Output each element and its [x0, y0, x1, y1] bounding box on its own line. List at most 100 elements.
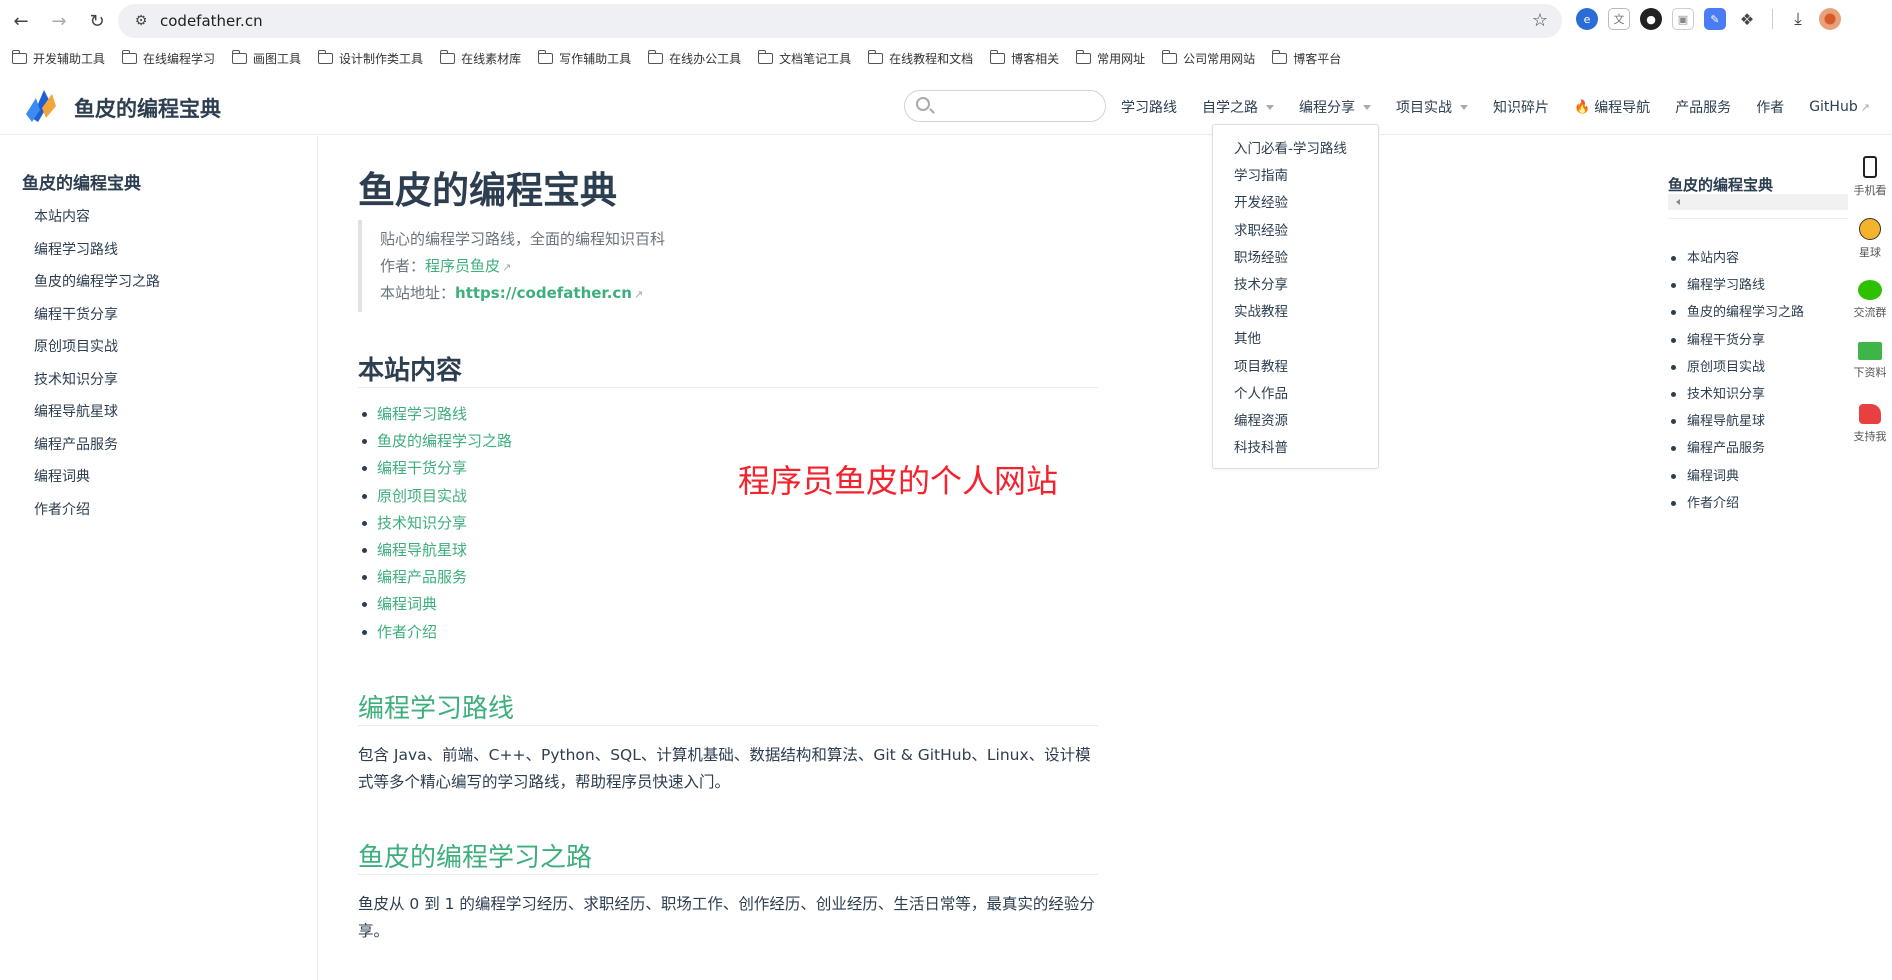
list-link[interactable]: 编程干货分享	[377, 459, 467, 477]
sidebar-item[interactable]: 编程导航星球	[34, 401, 118, 421]
dropdown-item[interactable]: 项目教程	[1213, 357, 1378, 384]
extension-icon[interactable]: ▣	[1672, 8, 1694, 30]
list-item[interactable]: 编程词典	[358, 594, 512, 621]
extensions-puzzle-icon[interactable]: ❖	[1736, 8, 1758, 30]
sidebar-item[interactable]: 编程干货分享	[34, 304, 118, 324]
nav-self-study[interactable]: 自学之路	[1202, 97, 1274, 117]
nav-github[interactable]: GitHub ↗	[1809, 97, 1870, 117]
dropdown-item[interactable]: 其他	[1213, 329, 1378, 356]
list-link[interactable]: 编程导航星球	[377, 541, 467, 559]
sidebar-item[interactable]: 本站内容	[34, 206, 90, 226]
dropdown-item[interactable]: 个人作品	[1213, 384, 1378, 411]
support-button[interactable]: 支持我	[1848, 404, 1892, 444]
url-text[interactable]: codefather.cn	[160, 12, 263, 30]
toc-title[interactable]: 鱼皮的编程宝典	[1668, 174, 1773, 195]
bookmark-folder[interactable]: 博客相关	[989, 49, 1059, 67]
list-item[interactable]: 作者介绍	[358, 622, 512, 649]
list-item[interactable]: 编程导航星球	[358, 540, 512, 567]
translate-extension-icon[interactable]: 文	[1608, 8, 1630, 30]
bookmark-folder[interactable]: 文档笔记工具	[757, 49, 851, 67]
nav-learning-path[interactable]: 学习路线	[1121, 97, 1177, 117]
dropdown-item[interactable]: 求职经验	[1213, 221, 1378, 248]
site-link[interactable]: https://codefather.cn	[455, 284, 632, 302]
author-link[interactable]: 程序员鱼皮	[425, 257, 500, 275]
download-materials-button[interactable]: 下资料	[1848, 342, 1892, 380]
dropdown-item[interactable]: 实战教程	[1213, 302, 1378, 329]
nav-navigation[interactable]: 🔥 编程导航	[1574, 97, 1650, 117]
search-input[interactable]	[939, 96, 1099, 118]
download-icon[interactable]: ⤓	[1787, 8, 1809, 30]
list-link[interactable]: 技术知识分享	[377, 514, 467, 532]
sidebar-item[interactable]: 原创项目实战	[34, 336, 118, 356]
search-box[interactable]	[904, 90, 1106, 122]
group-button[interactable]: 交流群	[1848, 280, 1892, 320]
planet-button[interactable]: 星球	[1848, 218, 1892, 260]
list-item[interactable]: 鱼皮的编程学习之路	[358, 431, 512, 458]
section-heading-link[interactable]: 编程学习路线	[358, 688, 514, 725]
dropdown-item[interactable]: 编程资源	[1213, 411, 1378, 438]
extension-icon[interactable]: e	[1576, 8, 1598, 30]
sidebar-item[interactable]: 编程词典	[34, 466, 90, 486]
list-item[interactable]: 编程干货分享	[358, 458, 512, 485]
toc-item[interactable]: 编程导航星球	[1668, 413, 1804, 440]
extension-icon[interactable]: ✎	[1704, 8, 1726, 30]
nav-programming-share[interactable]: 编程分享	[1299, 97, 1371, 117]
sidebar-item[interactable]: 作者介绍	[34, 499, 90, 519]
sidebar-item[interactable]: 鱼皮的编程学习之路	[34, 271, 160, 291]
dropdown-item[interactable]: 入门必看-学习路线	[1213, 139, 1378, 166]
sidebar-title[interactable]: 鱼皮的编程宝典	[22, 169, 141, 194]
list-link[interactable]: 编程词典	[377, 595, 437, 613]
bookmark-star-icon[interactable]: ☆	[1532, 10, 1548, 31]
list-item[interactable]: 原创项目实战	[358, 486, 512, 513]
dropdown-item[interactable]: 技术分享	[1213, 275, 1378, 302]
list-item[interactable]: 技术知识分享	[358, 513, 512, 540]
bookmark-folder[interactable]: 常用网址	[1075, 49, 1145, 67]
bookmark-folder[interactable]: 开发辅助工具	[11, 49, 105, 67]
dropdown-item[interactable]: 职场经验	[1213, 248, 1378, 275]
toc-item[interactable]: 作者介绍	[1668, 495, 1804, 522]
bookmark-folder[interactable]: 在线素材库	[439, 49, 521, 67]
sidebar-item[interactable]: 技术知识分享	[34, 369, 118, 389]
sidebar-item[interactable]: 编程产品服务	[34, 434, 118, 454]
bookmark-folder[interactable]: 在线办公工具	[647, 49, 741, 67]
toc-item[interactable]: 编程词典	[1668, 468, 1804, 495]
back-button[interactable]: ←	[4, 4, 38, 38]
bookmark-folder[interactable]: 公司常用网站	[1161, 49, 1255, 67]
toc-scrollbar[interactable]	[1668, 194, 1848, 210]
phone-view-button[interactable]: 手机看	[1848, 156, 1892, 198]
bookmark-folder[interactable]: 在线编程学习	[121, 49, 215, 67]
site-info-icon[interactable]: ⚙	[126, 13, 156, 29]
site-logo-icon[interactable]	[22, 88, 58, 124]
section-heading-link[interactable]: 鱼皮的编程学习之路	[358, 837, 592, 874]
reload-button[interactable]: ↻	[80, 4, 114, 38]
toc-item[interactable]: 本站内容	[1668, 250, 1804, 277]
list-link[interactable]: 编程学习路线	[377, 405, 467, 423]
list-link[interactable]: 作者介绍	[377, 623, 437, 641]
bookmark-folder[interactable]: 写作辅助工具	[537, 49, 631, 67]
nav-projects[interactable]: 项目实战	[1396, 97, 1468, 117]
dropdown-item[interactable]: 科技科普	[1213, 438, 1378, 465]
dropdown-item[interactable]: 开发经验	[1213, 193, 1378, 220]
list-link[interactable]: 鱼皮的编程学习之路	[377, 432, 512, 450]
extension-icon[interactable]: ●	[1640, 8, 1662, 30]
profile-avatar[interactable]	[1819, 8, 1841, 30]
address-bar[interactable]: ⚙ codefather.cn ☆	[118, 4, 1562, 38]
toc-item[interactable]: 编程产品服务	[1668, 440, 1804, 467]
list-item[interactable]: 编程学习路线	[358, 404, 512, 431]
toc-item[interactable]: 鱼皮的编程学习之路	[1668, 304, 1804, 331]
site-title[interactable]: 鱼皮的编程宝典	[74, 93, 221, 123]
bookmark-folder[interactable]: 在线教程和文档	[867, 49, 973, 67]
list-item[interactable]: 编程产品服务	[358, 567, 512, 594]
sidebar-item[interactable]: 编程学习路线	[34, 239, 118, 259]
nav-knowledge[interactable]: 知识碎片	[1493, 97, 1549, 117]
toc-item[interactable]: 编程干货分享	[1668, 332, 1804, 359]
toc-item[interactable]: 编程学习路线	[1668, 277, 1804, 304]
forward-button[interactable]: →	[42, 4, 76, 38]
list-link[interactable]: 原创项目实战	[377, 487, 467, 505]
bookmark-folder[interactable]: 设计制作类工具	[317, 49, 423, 67]
nav-products[interactable]: 产品服务	[1675, 97, 1731, 117]
bookmark-folder[interactable]: 博客平台	[1271, 49, 1341, 67]
toc-item[interactable]: 原创项目实战	[1668, 359, 1804, 386]
list-link[interactable]: 编程产品服务	[377, 568, 467, 586]
dropdown-item[interactable]: 学习指南	[1213, 166, 1378, 193]
